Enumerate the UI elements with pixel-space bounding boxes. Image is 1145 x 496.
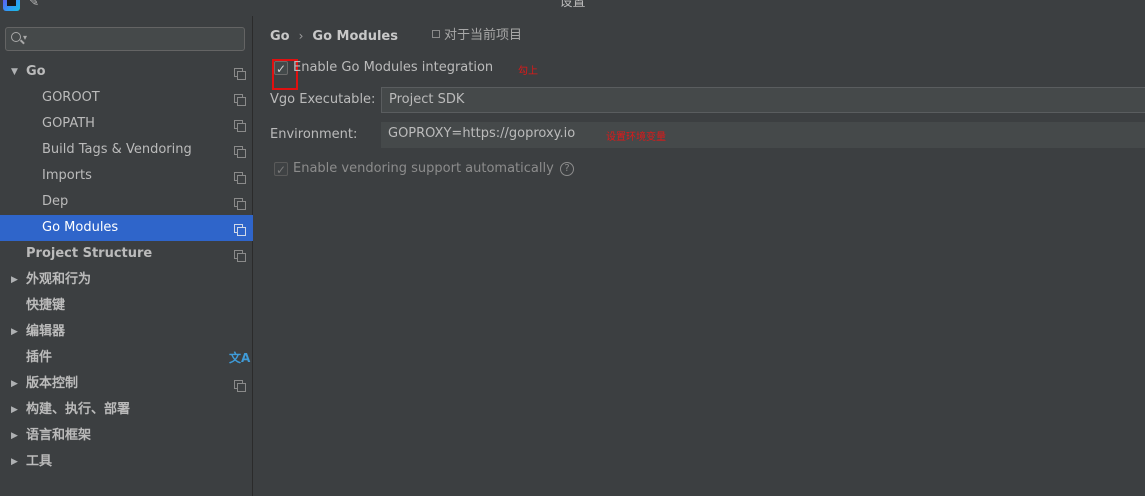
sidebar-item-label: 语言和框架 <box>26 428 92 443</box>
settings-tree: ▼ Go GOROOT GOPATH Build Tags & Vendoring Imp… <box>0 59 253 475</box>
breadcrumb-item-go-modules: Go Modules <box>312 29 398 44</box>
vgo-executable-field[interactable]: Project SDK <box>381 87 1145 113</box>
chevron-down-icon[interactable]: ▾ <box>23 33 27 43</box>
chevron-right-icon[interactable]: ▶ <box>11 267 18 293</box>
annotation-check-note: 勾上 <box>518 66 538 77</box>
sidebar-item-project-structure[interactable]: Project Structure <box>0 241 253 267</box>
project-icon <box>234 94 246 106</box>
sidebar-item-label: Project Structure <box>26 246 153 261</box>
help-icon[interactable]: ? <box>560 162 574 176</box>
search-icon[interactable] <box>11 32 21 42</box>
window-title: 设置 <box>559 0 586 10</box>
chevron-right-icon[interactable]: ▶ <box>11 319 18 345</box>
project-icon <box>234 224 246 236</box>
breadcrumb-separator: › <box>298 29 304 43</box>
sidebar-item-item-12[interactable]: ▶ 版本控制 <box>0 371 253 397</box>
sidebar-item-imports[interactable]: Imports <box>0 163 253 189</box>
sidebar-item-label: GOROOT <box>42 90 100 105</box>
sidebar-item-label: 版本控制 <box>26 376 79 391</box>
enable-go-modules-label[interactable]: Enable Go Modules integration <box>293 55 493 81</box>
sidebar-item-goroot[interactable]: GOROOT <box>0 85 253 111</box>
sidebar-item-item-8[interactable]: ▶ 外观和行为 <box>0 267 253 293</box>
sidebar-item-dep[interactable]: Dep <box>0 189 253 215</box>
sidebar-item-gopath[interactable]: GOPATH <box>0 111 253 137</box>
settings-sidebar: ▾ ▼ Go GOROOT GOPATH Build Tags & Vendoring I… <box>0 16 253 496</box>
environment-field[interactable]: GOPROXY=https://goproxy.io <box>381 122 1145 148</box>
project-icon <box>234 172 246 184</box>
sidebar-item-item-9[interactable]: 快捷键 <box>0 293 253 319</box>
chevron-right-icon[interactable]: ▶ <box>11 397 18 423</box>
annotation-env-note: 设置环境变量 <box>606 132 666 143</box>
breadcrumb-item-go[interactable]: Go <box>270 29 290 44</box>
translate-icon: 文A <box>229 351 251 365</box>
sidebar-item-label: 编辑器 <box>26 324 66 339</box>
project-icon <box>234 120 246 132</box>
sidebar-item-go[interactable]: ▼ Go <box>0 59 253 85</box>
enable-vendoring-label: Enable vendoring support automatically <box>293 161 554 176</box>
sidebar-item-label: 外观和行为 <box>26 272 92 287</box>
enable-go-modules-checkbox[interactable]: ✓ <box>272 59 298 90</box>
sidebar-item-item-10[interactable]: ▶ 编辑器 <box>0 319 253 345</box>
project-icon <box>432 30 440 38</box>
environment-label: Environment: <box>270 127 358 142</box>
check-icon: ✓ <box>276 163 287 177</box>
project-icon <box>234 198 246 210</box>
project-icon <box>234 250 246 262</box>
vgo-executable-label: Vgo Executable: <box>270 92 376 107</box>
sidebar-item-item-13[interactable]: ▶ 构建、执行、部署 <box>0 397 253 423</box>
sidebar-item-label: Build Tags & Vendoring <box>42 142 192 157</box>
sidebar-item-label: 快捷键 <box>26 298 66 313</box>
sidebar-item-item-11[interactable]: 插件 文A <box>0 345 253 371</box>
chevron-right-icon[interactable]: ▶ <box>11 371 18 397</box>
sidebar-item-item-14[interactable]: ▶ 语言和框架 <box>0 423 253 449</box>
project-icon <box>234 146 246 158</box>
chevron-right-icon[interactable]: ▶ <box>11 423 18 449</box>
settings-search-input[interactable] <box>32 30 240 48</box>
settings-content: Go › Go Modules 对于当前项目 ✓ Enable Go Modules… <box>254 16 1145 496</box>
scope-label: 对于当前项目 <box>444 28 523 43</box>
settings-search-box[interactable]: ▾ <box>5 27 245 51</box>
sidebar-item-build-tags-vendoring[interactable]: Build Tags & Vendoring <box>0 137 253 163</box>
sidebar-item-label: 插件 <box>26 350 53 365</box>
breadcrumb: Go › Go Modules <box>270 26 398 46</box>
sidebar-item-go-modules[interactable]: Go Modules <box>0 215 253 241</box>
chevron-down-icon[interactable]: ▼ <box>11 59 18 85</box>
sidebar-item-label: Go <box>26 64 46 79</box>
scope-indicator: 对于当前项目 <box>432 26 522 46</box>
enable-vendoring-row: ✓ Enable vendoring support automatically… <box>270 156 590 182</box>
sidebar-item-label: Imports <box>42 168 92 183</box>
enable-vendoring-checkbox: ✓ <box>274 162 288 177</box>
chevron-right-icon[interactable]: ▶ <box>11 449 18 475</box>
sidebar-item-label: GOPATH <box>42 116 95 131</box>
sidebar-item-label: Dep <box>42 194 69 209</box>
project-icon <box>234 68 246 80</box>
sidebar-item-item-15[interactable]: ▶ 工具 <box>0 449 253 475</box>
sidebar-item-label: 工具 <box>26 454 53 469</box>
sidebar-item-label: Go Modules <box>42 220 119 235</box>
project-icon <box>234 380 246 392</box>
window-titlebar: ✎ 设置 <box>0 0 1145 14</box>
sidebar-item-label: 构建、执行、部署 <box>26 402 131 417</box>
